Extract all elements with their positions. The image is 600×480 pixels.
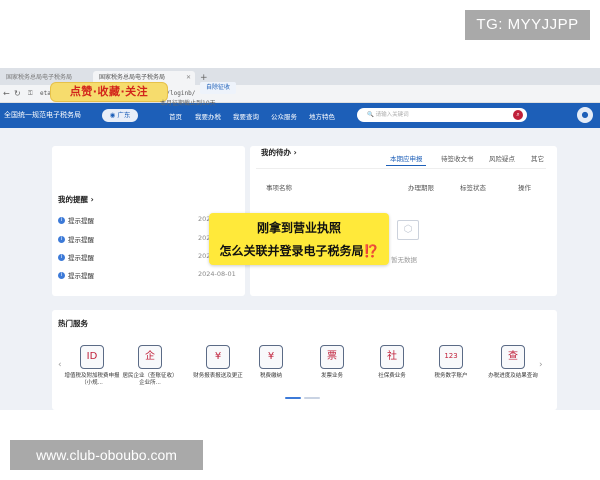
service-label: 财务报表报送及更正 <box>193 373 243 379</box>
user-avatar-icon[interactable]: ● <box>577 107 593 123</box>
nav-do-tax[interactable]: 我要办税 <box>195 111 221 121</box>
back-icon[interactable]: ← <box>3 88 10 100</box>
service-social-security[interactable]: 社社保费业务 <box>362 345 422 395</box>
page: 国家税务总局电子税务局 国家税务总局电子税务局✕ + ← ↻ ⚿ etax.gu… <box>0 0 600 480</box>
tab-risk-doubts[interactable]: 风险疑点 <box>489 153 515 163</box>
col-status: 标签状态 <box>460 184 486 192</box>
info-icon: i <box>58 272 65 279</box>
col-action: 操作 <box>518 184 531 192</box>
deadline-notice: 本月征期截止到10天 <box>160 100 216 107</box>
service-label: 税务数字账户 <box>434 373 468 379</box>
tab-other[interactable]: 其它 <box>531 153 544 163</box>
empty-box-icon: ⬡ <box>397 220 419 240</box>
divider <box>256 168 546 169</box>
site-header: 全国统一规范电子税务局 ◉ 广东 首页 我要办税 我要查询 公众服务 地方特色 … <box>0 103 600 128</box>
tax-collection-button[interactable]: 自除征收 <box>200 82 236 94</box>
placeholder-text: 请输入关键词 <box>375 112 409 118</box>
todo-title[interactable]: 我的待办 › <box>261 147 297 158</box>
reminder-label: 提示提醒 <box>68 236 94 244</box>
info-icon: i <box>58 217 65 224</box>
reminder-label: 提示提醒 <box>68 272 94 280</box>
info-icon: i <box>58 236 65 243</box>
caption-overlay: 刚拿到营业执照 怎么关联并登录电子税务局⁉️ <box>209 213 389 265</box>
lock-icon[interactable]: ⚿ <box>28 88 33 100</box>
nav-public[interactable]: 公众服务 <box>271 111 297 121</box>
nav-home[interactable]: 首页 <box>169 111 182 121</box>
service-label: 办税进度及结果查询 <box>488 373 538 379</box>
id-card-icon: ID <box>80 345 104 369</box>
invoice-icon: 票 <box>320 345 344 369</box>
caption-line-1: 刚拿到营业执照 <box>256 221 341 235</box>
tab-title: 国家税务总局电子税务局 <box>6 74 73 81</box>
col-deadline: 办理期限 <box>408 184 434 192</box>
search-icon[interactable]: ⌕ <box>513 110 523 120</box>
search-document-icon: 查 <box>501 345 525 369</box>
tab-pending-documents[interactable]: 待签收文书 <box>441 153 474 163</box>
service-financial-report[interactable]: ¥ 财务报表报送及更正 <box>188 345 248 395</box>
reminder-label: 提示提醒 <box>68 217 94 225</box>
info-icon: i <box>58 254 65 261</box>
reminder-date: 2024-08-01 <box>198 270 236 278</box>
empty-state-label: 暂无数据 <box>391 256 417 264</box>
active-tab-indicator <box>386 165 426 166</box>
service-label: 居民企业（查账征收）企业所... <box>122 373 178 386</box>
social-security-icon: 社 <box>380 345 404 369</box>
site-logo[interactable]: 全国统一规范电子税务局 <box>4 110 81 120</box>
search-input[interactable]: 🔍 请输入关键词 ⌕ <box>357 108 527 122</box>
service-corporate-income-tax[interactable]: 企居民企业（查账征收）企业所... <box>120 345 180 395</box>
company-icon: 企 <box>138 345 162 369</box>
close-icon[interactable]: ✕ <box>186 71 191 85</box>
reminders-title[interactable]: 我的提醒 › <box>58 194 94 205</box>
region-label: 广东 <box>117 111 131 119</box>
service-digital-account[interactable]: 123 税务数字账户 <box>421 345 481 395</box>
service-label: 税费缴纳 <box>259 373 282 379</box>
service-invoice[interactable]: 票发票业务 <box>302 345 362 395</box>
reminder-label: 提示提醒 <box>68 254 94 262</box>
service-label: 增值税及附加税费申报（小规... <box>64 373 120 386</box>
region-selector[interactable]: ◉ 广东 <box>102 109 138 122</box>
watermark-bottom: www.club-oboubo.com <box>10 440 203 470</box>
service-label: 社保费业务 <box>378 373 406 379</box>
service-progress-query[interactable]: 查办税进度及结果查询 <box>483 345 543 395</box>
carousel-dot-active[interactable] <box>285 397 301 399</box>
service-vat-declaration[interactable]: ID 增值税及附加税费申报（小规... <box>62 345 122 395</box>
carousel-dot[interactable] <box>304 397 320 399</box>
payment-icon: ¥ <box>259 345 283 369</box>
tab-current-declaration[interactable]: 本期应申报 <box>390 153 423 163</box>
hot-services-title: 热门服务 <box>58 319 88 328</box>
service-label: 发票业务 <box>320 373 343 379</box>
tab-title: 国家税务总局电子税务局 <box>99 74 166 81</box>
user-account-icon: 123 <box>439 345 463 369</box>
search-placeholder: 🔍 请输入关键词 <box>367 112 409 118</box>
like-collect-follow-sticker: 点赞·收藏·关注 <box>50 82 168 102</box>
caption-line-2: 怎么关联并登录电子税务局⁉️ <box>219 244 379 258</box>
report-icon: ¥ <box>206 345 230 369</box>
col-item-name: 事项名称 <box>266 184 292 192</box>
nav-local[interactable]: 地方特色 <box>309 111 335 121</box>
service-tax-payment[interactable]: ¥ 税费缴纳 <box>241 345 301 395</box>
nav-query[interactable]: 我要查询 <box>233 111 259 121</box>
refresh-icon[interactable]: ↻ <box>14 88 21 100</box>
watermark-top: TG: MYYJJPP <box>465 10 590 40</box>
